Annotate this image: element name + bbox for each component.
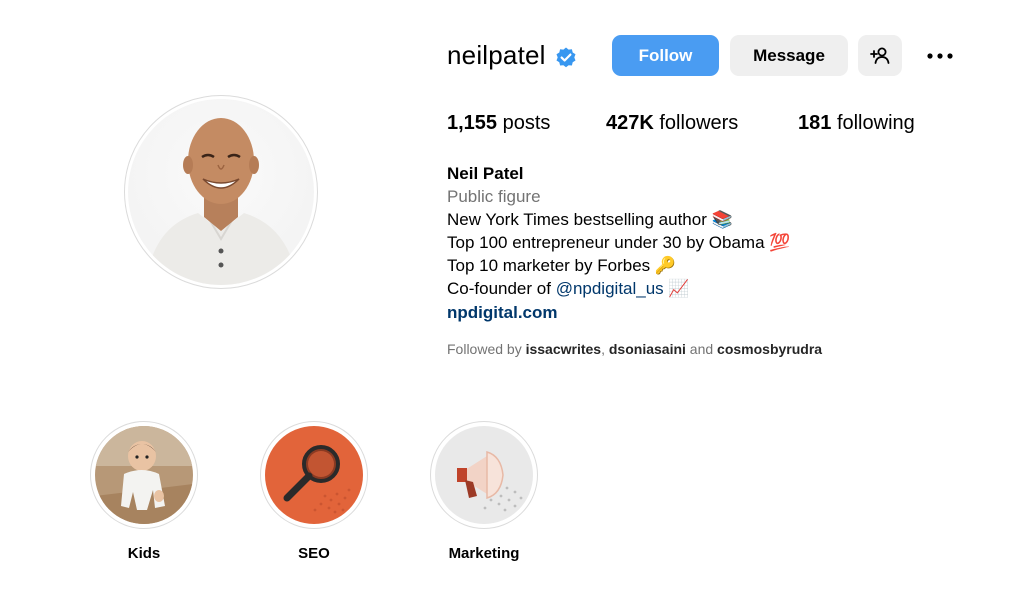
profile-category: Public figure xyxy=(447,187,541,206)
bio-line: Co-founder of @npdigital_us 📈 xyxy=(447,279,690,298)
followers-link[interactable]: 427K followers xyxy=(606,112,738,135)
followed-by[interactable]: Followed by issacwrites, dsoniasaini and… xyxy=(447,341,822,357)
follow-button[interactable]: Follow xyxy=(612,35,719,76)
full-name: Neil Patel xyxy=(447,164,524,183)
kids-photo xyxy=(95,426,193,524)
bio-line: Top 100 entrepreneur under 30 by Obama 💯 xyxy=(447,233,791,252)
add-person-icon xyxy=(870,47,890,64)
follower-username[interactable]: issacwrites xyxy=(526,341,602,357)
mention-link[interactable]: @npdigital_us xyxy=(556,279,664,298)
magnifier-icon xyxy=(265,426,363,524)
more-options-button[interactable] xyxy=(922,35,958,76)
bio-line: Top 10 marketer by Forbes 🔑 xyxy=(447,256,677,275)
highlight-marketing[interactable] xyxy=(430,421,538,529)
follower-username[interactable]: dsoniasaini xyxy=(609,341,686,357)
message-button[interactable]: Message xyxy=(730,35,848,76)
username: neilpatel xyxy=(447,40,546,70)
verified-badge-icon xyxy=(554,46,578,70)
website-link[interactable]: npdigital.com xyxy=(447,301,558,324)
posts-count: 1,155 posts xyxy=(447,112,551,134)
megaphone-icon xyxy=(435,426,533,524)
avatar-photo xyxy=(128,99,314,285)
profile-avatar[interactable] xyxy=(124,95,318,289)
highlight-label: Marketing xyxy=(448,545,520,562)
more-dots-icon xyxy=(927,52,953,59)
suggested-users-button[interactable] xyxy=(858,35,902,76)
highlight-label: Kids xyxy=(127,545,161,562)
bio-line: New York Times bestselling author 📚 xyxy=(447,210,733,229)
highlight-kids[interactable] xyxy=(90,421,198,529)
highlight-label: SEO xyxy=(298,545,330,562)
following-link[interactable]: 181 following xyxy=(798,112,915,135)
highlight-seo[interactable] xyxy=(260,421,368,529)
follower-username[interactable]: cosmosbyrudra xyxy=(717,341,822,357)
